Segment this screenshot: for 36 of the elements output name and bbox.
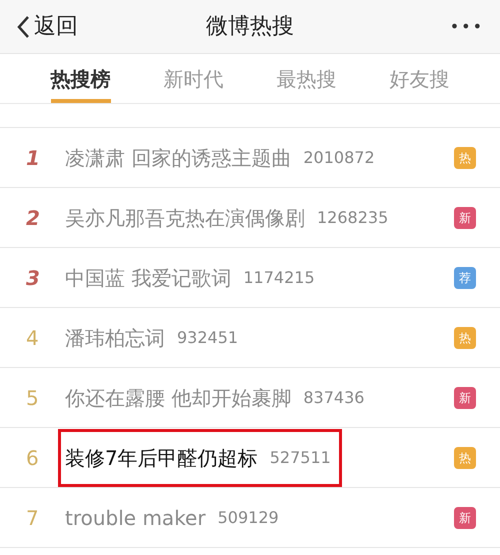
- rank-number: 6: [26, 444, 40, 472]
- search-count: 1268235: [317, 206, 388, 228]
- topic-title[interactable]: 凌潇肃 回家的诱惑主题曲: [65, 142, 292, 172]
- search-count: 932451: [177, 326, 238, 348]
- rank-number: 5: [26, 384, 40, 412]
- tag-badge: 新: [454, 206, 476, 228]
- search-count: 2010872: [303, 146, 375, 168]
- tag-badge: 新: [454, 386, 476, 408]
- back-icon: [16, 14, 30, 38]
- tag-badge: 热: [454, 446, 476, 468]
- rank-number: 1: [26, 144, 41, 172]
- search-count: 1174215: [243, 266, 315, 288]
- tag-badge: 热: [454, 146, 476, 168]
- back-button[interactable]: 返回: [16, 10, 78, 43]
- topic-title[interactable]: 潘玮柏忘词: [65, 322, 165, 352]
- tag-badge: 新: [454, 506, 476, 528]
- tag-badge: 荐: [454, 266, 476, 288]
- tab[interactable]: 热搜榜: [50, 54, 110, 103]
- rank-number: 2: [26, 204, 41, 232]
- tab[interactable]: 最热搜: [276, 54, 336, 103]
- search-count: 527511: [270, 446, 331, 468]
- tag-badge: 热: [454, 326, 476, 348]
- rank-number: 7: [26, 504, 40, 532]
- search-count: 509129: [218, 506, 279, 528]
- topic-title[interactable]: 你还在露腰 他却开始裹脚: [65, 382, 292, 412]
- rank-number: 3: [26, 264, 41, 292]
- topic-title[interactable]: trouble maker: [65, 502, 206, 532]
- more-button[interactable]: •••: [450, 14, 484, 38]
- topic-title[interactable]: 装修7年后甲醛仍超标: [65, 442, 258, 472]
- tab[interactable]: 新时代: [164, 54, 224, 103]
- search-count: 837436: [303, 386, 364, 408]
- page-title: 微博热搜: [206, 13, 294, 41]
- rank-number: 4: [26, 324, 40, 352]
- topic-title[interactable]: 中国蓝 我爱记歌词: [65, 262, 232, 292]
- tab[interactable]: 好友搜: [390, 54, 450, 103]
- topic-title[interactable]: 吴亦凡那吾克热在演偶像剧: [65, 202, 305, 232]
